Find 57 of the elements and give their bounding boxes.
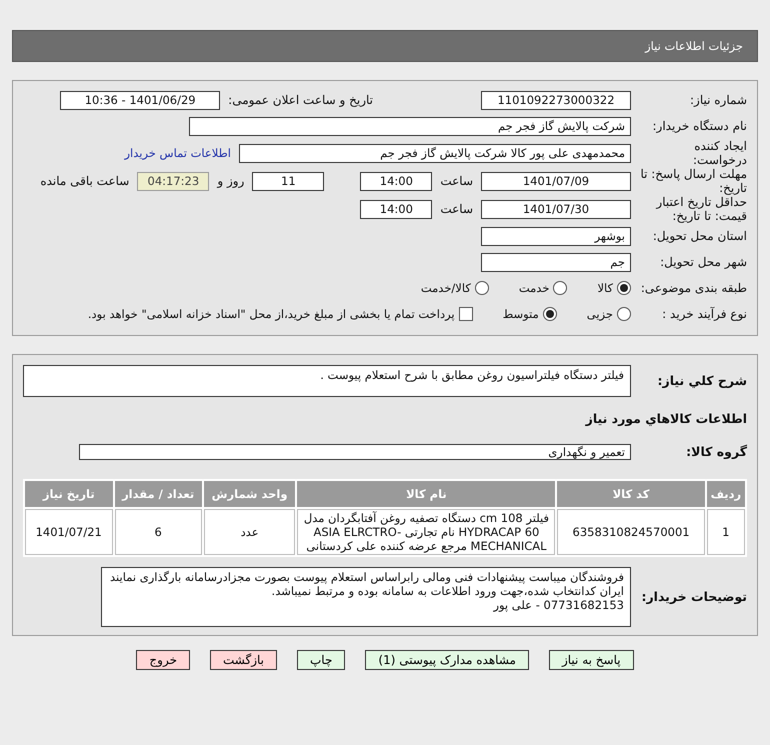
table-cell: 6358310824570001 (557, 509, 705, 555)
contact-link[interactable]: اطلاعات تماس خریدار (124, 146, 231, 160)
checkbox[interactable] (458, 307, 473, 321)
field-label: شرح كلي نياز: (656, 374, 747, 388)
column-header: واحد شمارش (204, 481, 296, 507)
column-header: نام کالا (297, 481, 556, 507)
table-cell: 6 (114, 509, 202, 555)
column-header: تاریخ نیاز (25, 481, 112, 507)
time-field: 14:00 (360, 172, 432, 190)
action-button[interactable]: چاپ (297, 650, 346, 670)
radio-label: کالا/خدمت (420, 281, 471, 295)
remaining-time-field: 04:17:23 (137, 172, 210, 190)
radio-button[interactable] (617, 281, 631, 295)
field-label: ساعت باقی مانده (40, 174, 130, 188)
days-field: 11 (252, 172, 324, 190)
action-button[interactable]: خروج (136, 650, 190, 670)
field-label: ایجاد کننده درخواست: (692, 139, 747, 167)
field-label: ساعت (440, 202, 473, 216)
table-cell: 1 (706, 509, 745, 555)
field-label: تاریخ و ساعت اعلان عمومی: (228, 93, 373, 107)
action-button[interactable]: پاسخ به نیاز (548, 650, 634, 670)
field-label: حداقل تاریخ اعتبار قیمت: تا تاریخ: (654, 195, 747, 223)
radio-button[interactable] (553, 281, 568, 295)
column-header: تعداد / مقدار (114, 481, 202, 507)
field-label: نوع فرآیند خرید : (661, 307, 747, 321)
section-title: اطلاعات كالاهاي مورد نياز (586, 410, 747, 426)
radio-label: متوسط (502, 307, 539, 321)
page-header: جزئیات اطلاعات نیاز (12, 30, 758, 62)
field-label: استان محل تحویل: (652, 229, 747, 243)
field-label: طبقه بندی موضوعی: (640, 281, 747, 295)
radio-button[interactable] (617, 307, 631, 321)
radio-button[interactable] (474, 281, 489, 295)
time-field: 14:00 (360, 200, 432, 218)
description-field: فیلتر دستگاه فیلتراسیون روغن مطابق با شرح استعلام پیوست . (23, 365, 631, 397)
action-button[interactable]: بازگشت (210, 650, 277, 670)
field-label: مهلت ارسال پاسخ: تا تاریخ: (639, 167, 747, 195)
field-label: توضیحات خریدار: (640, 590, 747, 604)
radio-label: جزیی (586, 307, 613, 321)
field-label: روز و (217, 174, 244, 188)
radio-label: کالا (597, 281, 613, 295)
column-header: ردیف (706, 481, 745, 507)
date-field: 1401/07/09 (481, 172, 631, 190)
table-cell: عدد (204, 509, 296, 555)
table-cell: فیلتر 108 cm دستگاه تصفیه روغن آفتابگردان مدل HYDRACAP 60 نام تجارتی ASIA ELRCTRO-MECHANICAL مرجع عرضه کننده علی کردستانی (297, 509, 556, 555)
date-field: 1401/07/30 (481, 200, 631, 218)
action-button[interactable]: مشاهده مدارک پیوستی (1) (365, 650, 529, 670)
field-label: ساعت (440, 174, 473, 188)
radio-label: خدمت (518, 281, 550, 295)
field-label: گروه کالا: (685, 445, 747, 459)
radio-button[interactable] (542, 307, 557, 321)
checkbox-label: پرداخت تمام یا بخشی از مبلغ خرید،از محل "اسناد خزانه اسلامی" خواهد بود. (88, 307, 455, 321)
table-cell: 1401/07/21 (25, 509, 112, 555)
field-label: نام دستگاه خریدار: (652, 119, 747, 133)
field-label: شماره نیاز: (689, 93, 747, 107)
column-header: کد کالا (557, 481, 705, 507)
field-label: شهر محل تحویل: (659, 255, 747, 269)
notes-field: فروشندگان میباست پیشنهادات فنی ومالی رابراساس استعلام پیوست بصورت مجزادرسامانه بارگذاری نمایند ایران کدانتخاب شده،جهت ورود اطلاعات به سامانه بوده و مرتبط نمیباشد. 07731682153 - علی پور (101, 567, 631, 627)
